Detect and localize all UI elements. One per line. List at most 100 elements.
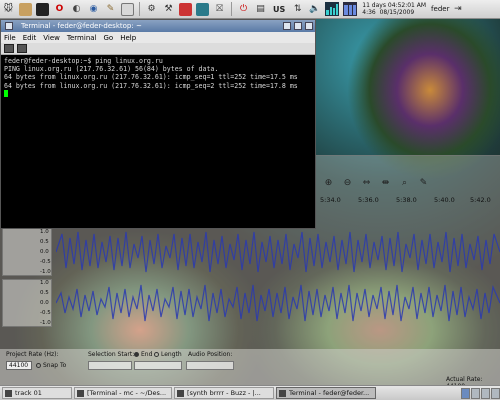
ruler-tick: 5:42.0 [470,196,491,204]
waveform-track-1[interactable] [56,228,500,276]
taskbar: track 01 [Terminal - mc - ~/Des... [synt… [0,385,500,400]
taskbar-item[interactable]: [synth brrrr - Buzz - |... [174,387,274,399]
taskbar-item-label: [synth brrrr - Buzz - |... [187,389,261,397]
terminal-line: 64 bytes from linux.org.ru (217.76.32.61… [4,73,298,82]
settings-icon[interactable]: ⚙ [145,3,158,16]
clipboard-icon[interactable]: ▤ [254,3,267,16]
window-menu-icon[interactable] [5,22,13,30]
window-icon [279,390,286,397]
end-radio[interactable] [134,352,139,357]
project-rate-select[interactable]: 44100 [6,361,32,370]
end-option[interactable]: End [134,351,152,358]
snap-to-checkbox[interactable] [36,363,41,368]
length-option[interactable]: Length [154,351,182,358]
menu-view[interactable]: View [43,34,60,42]
terminal-cursor [4,89,8,97]
audio-position-label: Audio Position: [188,351,233,358]
menu-edit[interactable]: Edit [23,34,37,42]
ruler-tick: 5:40.0 [434,196,455,204]
waveform-track-2[interactable] [56,279,500,327]
opera-browser-icon[interactable]: O [53,3,66,16]
terminal-launcher-icon[interactable] [36,2,49,16]
network-icon[interactable]: ⇅ [291,3,304,16]
fit-selection-icon[interactable]: ⇔ [360,177,373,190]
audacity-toolbar: ⊕ ⊖ ⇔ ⇼ ⌕ ✎ [320,174,500,192]
amplitude-scale: 1.0 0.5 0.0 -0.5 -1.0 [40,229,54,277]
menu-go[interactable]: Go [104,34,114,42]
logout-icon[interactable]: ⇥ [451,3,464,16]
file-manager-icon[interactable] [19,2,32,16]
uptime-text: 11 days [362,2,386,9]
terminal-line: feder@feder-desktop:~$ ping linux.org.ru [4,57,163,65]
web-browser-icon[interactable]: ◉ [87,3,100,16]
trash-icon[interactable]: ⛝ [213,3,226,16]
end-text: End [141,351,153,358]
taskbar-item-label: track 01 [15,389,42,397]
zoom-toggle-icon[interactable]: ⌕ [398,177,411,190]
audio-position-field[interactable] [186,361,234,370]
scale-label: 0.5 [40,290,49,296]
amplitude-scale: 1.0 0.5 0.0 -0.5 -1.0 [40,280,54,328]
menu-help[interactable]: Help [120,34,136,42]
length-radio[interactable] [154,352,159,357]
panel-separator [231,2,232,16]
taskbar-item[interactable]: [Terminal - mc - ~/Des... [74,387,172,399]
taskbar-item-label: [Terminal - mc - ~/Des... [87,389,167,397]
scale-label: 1.0 [40,280,49,286]
terminal-output[interactable]: feder@feder-desktop:~$ ping linux.org.ru… [1,55,315,101]
new-window-icon[interactable] [17,44,27,53]
selection-toolbar: Project Rate (Hz): 44100 Snap To Selecti… [0,349,500,390]
zoom-in-icon[interactable]: ⊕ [322,177,335,190]
media-player-icon[interactable]: ◐ [70,3,83,16]
workspace-1[interactable] [461,387,470,399]
maximize-button[interactable] [294,22,302,30]
calendar-icon[interactable] [179,2,192,16]
audio-app-icon[interactable] [196,2,209,16]
timeline-ruler[interactable]: 5:34.0 5:36.0 5:38.0 5:40.0 5:42.0 [320,196,500,206]
close-button[interactable] [305,22,313,30]
new-tab-icon[interactable] [4,44,14,53]
terminal-window[interactable]: Terminal - feder@feder-desktop: ~ File E… [0,19,316,229]
workspace-2[interactable] [471,387,480,399]
user-name[interactable]: feder [431,5,449,13]
workspace-4[interactable] [491,387,500,399]
selection-start-label: Selection Start: [88,351,135,358]
terminal-titlebar[interactable]: Terminal - feder@feder-desktop: ~ [1,20,315,32]
scale-label: -0.5 [40,259,51,265]
volume-icon[interactable]: 🔈 [308,3,321,16]
snap-to-label[interactable]: Snap To [36,362,66,369]
draw-tool-icon[interactable]: ✎ [417,177,430,190]
fit-project-icon[interactable]: ⇼ [379,177,392,190]
ruler-tick: 5:34.0 [320,196,341,204]
clock[interactable]: 11 days 04:52:01 AM 4:36 08/15/2009 [362,2,426,16]
scale-label: -1.0 [40,269,51,275]
terminal-title: Terminal - feder@feder-desktop: ~ [21,22,142,30]
taskbar-item-active[interactable]: Terminal - feder@feder... [276,387,376,399]
scale-label: 0.0 [40,249,49,255]
gimp-icon[interactable]: ✎ [104,3,117,16]
keyboard-layout-indicator[interactable]: US [273,5,285,14]
selection-end-field[interactable] [134,361,182,370]
minimize-button[interactable] [283,22,291,30]
taskbar-item-label: Terminal - feder@feder... [289,389,370,397]
terminal-line: 64 bytes from linux.org.ru (217.76.32.61… [4,81,298,90]
applications-menu-icon[interactable]: 🐭 [2,3,15,16]
terminal-toolbar [1,43,315,55]
menu-terminal[interactable]: Terminal [67,34,97,42]
project-rate-label: Project Rate (Hz): [6,351,59,358]
mail-icon[interactable] [121,2,134,16]
power-icon[interactable]: ⏻ [237,3,250,16]
length-text: Length [161,351,182,358]
accessories-icon[interactable]: ⚒ [162,3,175,16]
scale-label: 0.0 [40,300,49,306]
cpu-graph [325,2,340,16]
time-text: 04:52:01 AM [387,2,427,9]
ruler-tick: 5:36.0 [358,196,379,204]
workspace-switcher[interactable] [461,387,500,399]
selection-start-field[interactable] [88,361,132,370]
menu-file[interactable]: File [4,34,16,42]
panel-separator [139,2,140,16]
taskbar-item[interactable]: track 01 [2,387,72,399]
workspace-3[interactable] [481,387,490,399]
zoom-out-icon[interactable]: ⊖ [341,177,354,190]
